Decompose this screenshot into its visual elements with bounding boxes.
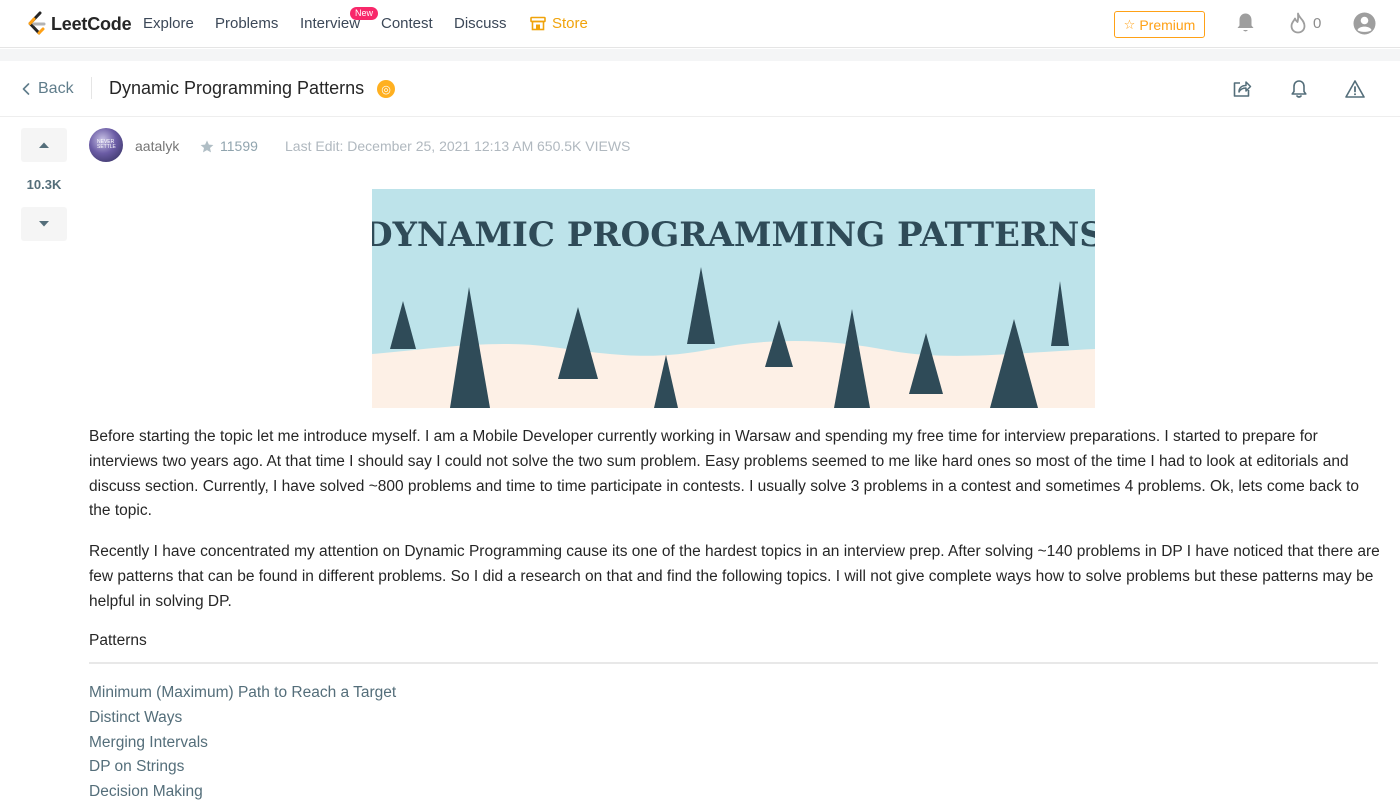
share-icon[interactable]	[1232, 79, 1252, 99]
last-edit-timestamp: Last Edit: December 25, 2021 12:13 AM	[285, 138, 534, 154]
coin-icon: ◎	[377, 80, 395, 98]
notification-bell-icon[interactable]	[1236, 12, 1255, 34]
nav-problems[interactable]: Problems	[215, 15, 278, 32]
nav-explore[interactable]: Explore	[143, 15, 194, 32]
intro-paragraph: Before starting the topic let me introdu…	[89, 428, 1360, 520]
streak-count: 0	[1313, 14, 1322, 32]
caret-down-icon	[39, 221, 49, 227]
fire-icon	[1290, 12, 1306, 34]
reputation-count: 11599	[220, 138, 258, 154]
nav-discuss[interactable]: Discuss	[454, 15, 507, 32]
back-label: Back	[38, 80, 74, 97]
top-navbar: LeetCode Explore Problems Interview New …	[0, 0, 1400, 48]
star-outline-icon: ☆	[1123, 16, 1136, 32]
reputation: 11599	[200, 138, 258, 154]
vote-count: 10.3K	[26, 177, 62, 192]
pattern-link-merging-intervals[interactable]: Merging Intervals	[89, 731, 396, 756]
downvote-button[interactable]	[21, 207, 67, 241]
section-divider	[89, 662, 1378, 664]
premium-button[interactable]: ☆ Premium	[1114, 11, 1205, 38]
back-button[interactable]: Back	[22, 80, 74, 98]
streak-counter[interactable]: 0	[1289, 12, 1321, 34]
pattern-link-dp-on-strings[interactable]: DP on Strings	[89, 755, 396, 780]
nav-store[interactable]: Store	[530, 15, 588, 32]
caret-up-icon	[39, 142, 49, 148]
avatar-text: NEVER SETTLE	[97, 139, 116, 150]
new-badge: New	[350, 7, 379, 20]
author-avatar[interactable]: NEVER SETTLE	[89, 128, 123, 162]
banner-title: DYNAMIC PROGRAMMING PATTERNS	[372, 215, 1095, 255]
view-count: 650.5K VIEWS	[537, 138, 631, 154]
patterns-heading: Patterns	[89, 632, 147, 649]
user-avatar-icon[interactable]	[1353, 12, 1376, 35]
pattern-link-min-max-path[interactable]: Minimum (Maximum) Path to Reach a Target	[89, 681, 396, 706]
store-icon	[530, 16, 546, 31]
brand-name: LeetCode	[51, 13, 132, 34]
leetcode-logo-icon	[28, 11, 46, 35]
upvote-button[interactable]	[21, 128, 67, 162]
report-warning-icon[interactable]	[1345, 79, 1365, 99]
leetcode-logo[interactable]: LeetCode	[26, 11, 132, 37]
subscribe-bell-icon[interactable]	[1290, 79, 1308, 99]
topic-header: Back Dynamic Programming Patterns ◎	[0, 61, 1400, 117]
dp-paragraph: Recently I have concentrated my attentio…	[89, 543, 1380, 610]
pattern-links: Minimum (Maximum) Path to Reach a Target…	[89, 681, 396, 805]
store-label: Store	[552, 15, 588, 32]
page-divider-band	[0, 49, 1400, 61]
pattern-link-distinct-ways[interactable]: Distinct Ways	[89, 706, 396, 731]
pattern-link-decision-making[interactable]: Decision Making	[89, 780, 396, 805]
header-divider	[91, 77, 92, 99]
premium-label: Premium	[1139, 16, 1196, 33]
banner-image: DYNAMIC PROGRAMMING PATTERNS	[372, 189, 1095, 408]
topic-title: Dynamic Programming Patterns	[109, 78, 365, 98]
author-username[interactable]: aatalyk	[135, 138, 179, 154]
nav-contest[interactable]: Contest	[381, 15, 433, 32]
star-icon	[200, 140, 214, 152]
chevron-left-icon	[22, 83, 30, 95]
